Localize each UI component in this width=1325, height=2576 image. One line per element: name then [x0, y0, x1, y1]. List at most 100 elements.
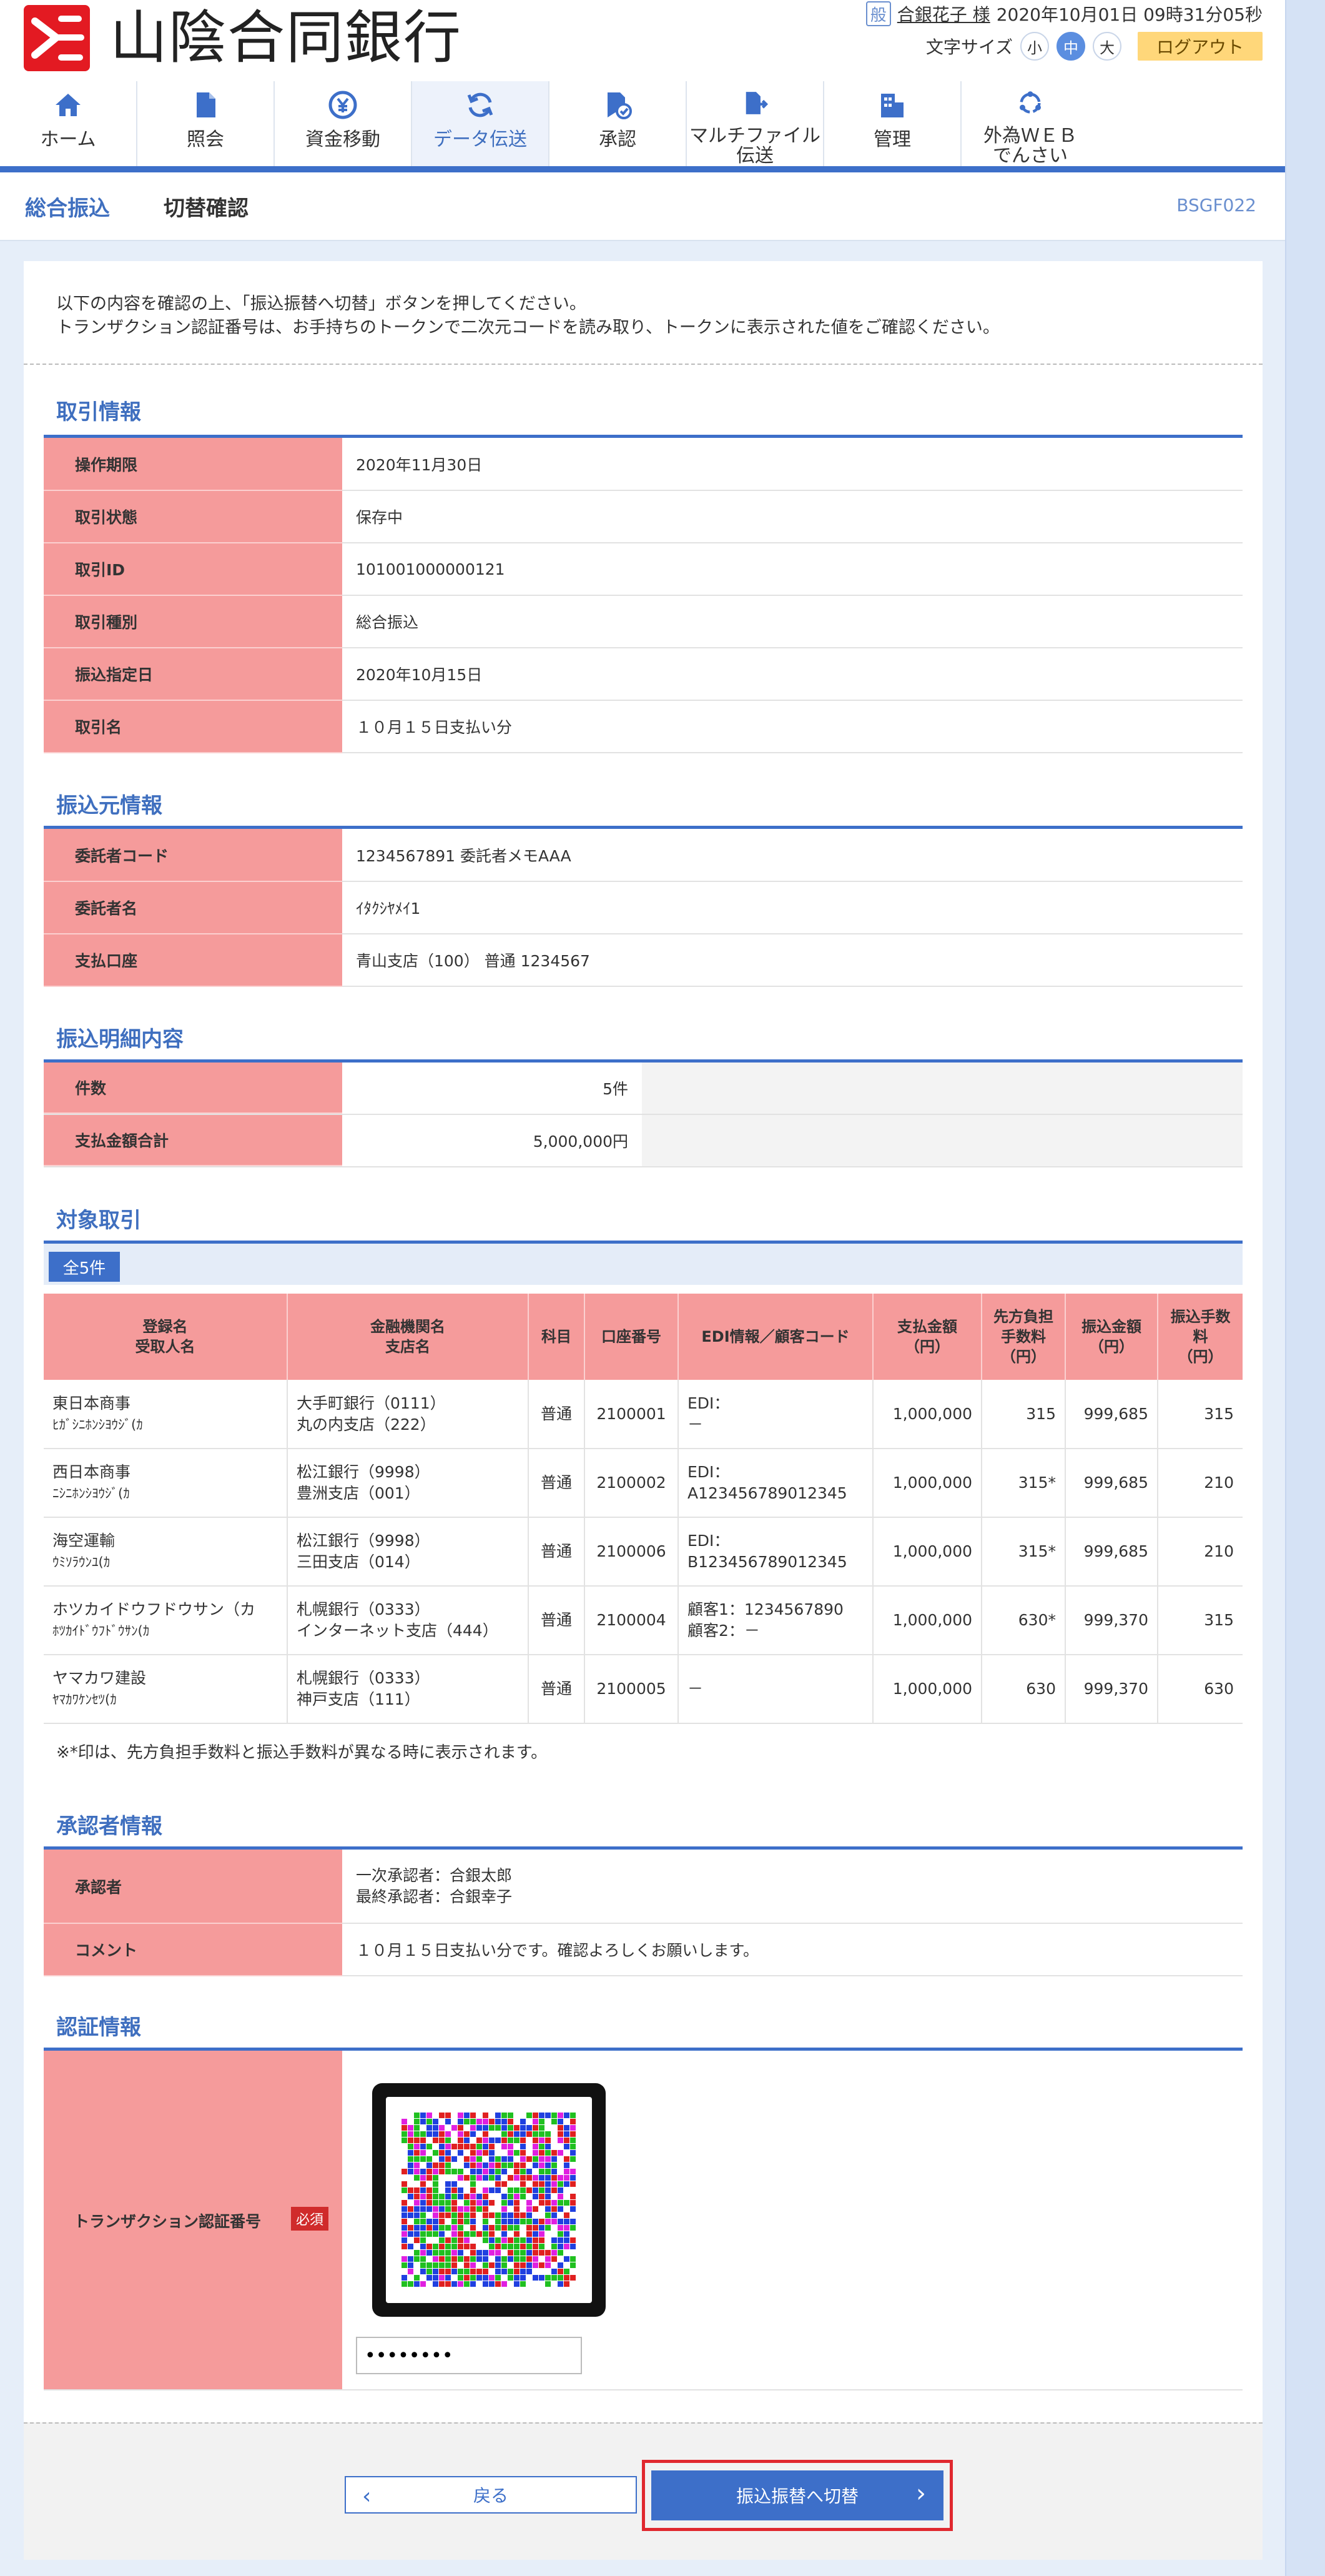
transaction-auth-number-input[interactable]: [356, 2337, 582, 2374]
back-button[interactable]: ‹ 戻る: [345, 2476, 637, 2514]
nav-approval[interactable]: 承認: [549, 81, 687, 166]
bank-name: 松江銀行（9998）: [297, 1463, 430, 1481]
table-cell: EDI： A123456789012345: [678, 1449, 874, 1518]
transfer-fee: 210: [1204, 1542, 1234, 1560]
breadcrumb-category: 総合振込: [25, 196, 110, 221]
account-type: 普通: [540, 1542, 572, 1560]
user-type-icon: 般: [865, 1, 891, 26]
nav-management[interactable]: 管理: [824, 81, 962, 166]
branch-name: インターネット支店（444）: [297, 1622, 498, 1640]
nav-forex-densai[interactable]: 外為ＷＥＢ でんさい: [962, 81, 1099, 166]
column-header: 登録名 受取人名: [44, 1294, 288, 1380]
table-cell: 顧客1：1234567890 顧客2：－: [678, 1586, 874, 1655]
content-card: 以下の内容を確認の上、「振込振替へ切替」ボタンを押してください。 トランザクショ…: [24, 261, 1263, 2560]
recipient-fee: 315: [1026, 1404, 1056, 1423]
detail-summary-table: 件数 5件 支払金額合計 5,000,000円: [44, 1063, 1243, 1167]
field-label: 操作期限: [44, 438, 342, 491]
final-approver: 最終承認者：合銀幸子: [356, 1887, 513, 1906]
column-header: EDI情報／顧客コード: [678, 1294, 874, 1380]
user-name-link[interactable]: 合銀花子 様: [897, 1, 990, 26]
nav-data-transmission[interactable]: データ伝送: [412, 81, 549, 166]
nav-multifile-transmission[interactable]: マルチファイル 伝送: [687, 81, 824, 166]
table-cell: 松江銀行（9998） 三田支店（014）: [287, 1517, 529, 1587]
branch-name: 丸の内支店（222）: [297, 1415, 436, 1434]
login-datetime: 2020年10月01日 09時31分05秒: [996, 4, 1263, 25]
column-header: 振込手数 料 （円）: [1158, 1294, 1243, 1380]
field-value: ｲﾀｸｼﾔﾒｲ1: [342, 881, 1243, 934]
document-icon: [197, 92, 215, 117]
table-row: ホツカイドウフドウサン（カ ﾎﾂｶｲﾄﾞｳﾌﾄﾞｳｻﾝ(ｶ 札幌銀行（0333） イン…: [44, 1586, 1243, 1655]
bank-name: 札幌銀行（0333）: [297, 1669, 430, 1687]
table-cell: ホツカイドウフドウサン（カ ﾎﾂｶｲﾄﾞｳﾌﾄﾞｳｻﾝ(ｶ: [44, 1586, 288, 1655]
field-value: 2020年11月30日: [342, 438, 1243, 491]
font-size-medium-button[interactable]: 中: [1057, 32, 1085, 61]
table-cell: 315: [1158, 1380, 1243, 1449]
approver-info-table: 承認者 一次承認者：合銀太郎 最終承認者：合銀幸子 コメント １０月１５日支払い…: [44, 1850, 1243, 1976]
transaction-info-table: 操作期限 2020年11月30日 取引状態 保存中 取引ID 101001000000…: [44, 438, 1243, 753]
nav-inquiry[interactable]: 照会: [137, 81, 275, 166]
edi-line1: 顧客1：1234567890: [687, 1600, 844, 1618]
edi-line2: －: [687, 1415, 704, 1434]
divider: [24, 364, 1263, 365]
edi-line2: B123456789012345: [687, 1553, 847, 1571]
column-header: 支払金額 （円）: [873, 1294, 982, 1380]
table-row: 東日本商事 ﾋｶﾞｼﾆﾎﾝｼﾖｳｼﾞ(ｶ 大手町銀行（0111） 丸の内支店（222）…: [44, 1380, 1243, 1449]
table-cell: 999,370: [1065, 1586, 1158, 1655]
switch-to-transfer-button[interactable]: 振込振替へ切替 ›: [651, 2470, 943, 2520]
font-size-large-button[interactable]: 大: [1093, 32, 1121, 61]
logout-button[interactable]: ログアウト: [1138, 32, 1263, 61]
account-number: 2100002: [596, 1474, 666, 1492]
table-cell: 315: [1158, 1586, 1243, 1655]
table-row: 件数 5件: [44, 1063, 1243, 1115]
approve-icon: [608, 92, 632, 119]
nav-fund-transfer[interactable]: 資金移動: [275, 81, 412, 166]
table-cell: 普通: [528, 1380, 585, 1449]
instructions: 以下の内容を確認の上、「振込振替へ切替」ボタンを押してください。 トランザクショ…: [56, 292, 1000, 340]
payee-kana: ｳﾐｿﾗｳﾝﾕ(ｶ: [52, 1555, 111, 1570]
nav-underline: [0, 166, 1285, 172]
exchange-icon: [1020, 91, 1041, 114]
account-number: 2100005: [596, 1680, 666, 1698]
field-label: コメント: [44, 1923, 342, 1976]
field-label: 振込指定日: [44, 648, 342, 701]
payee-kana: ﾔﾏｶﾜｹﾝｾﾂ(ｶ: [52, 1692, 117, 1707]
filler: [642, 1115, 1243, 1166]
table-cell: 1,000,000: [873, 1517, 982, 1587]
table-cell: 1,000,000: [873, 1655, 982, 1724]
filler: [642, 1063, 1243, 1114]
table-row: ヤマカワ建設 ﾔﾏｶﾜｹﾝｾﾂ(ｶ 札幌銀行（0333） 神戸支店（111） 普通 210…: [44, 1655, 1243, 1724]
home-icon: [56, 94, 81, 116]
account-number: 2100001: [596, 1404, 666, 1423]
table-cell: 普通: [528, 1517, 585, 1587]
payee-name: 西日本商事: [52, 1463, 131, 1481]
field-value: 総合振込: [342, 595, 1243, 648]
table-body: 東日本商事 ﾋｶﾞｼﾆﾎﾝｼﾖｳｼﾞ(ｶ 大手町銀行（0111） 丸の内支店（222）…: [44, 1380, 1243, 1724]
table-row: 取引種別 総合振込: [44, 595, 1243, 648]
target-transactions-table: 登録名 受取人名 金融機関名 支店名 科目 口座番号 EDI情報／顧客コード 支…: [44, 1294, 1243, 1724]
edi-line2: A123456789012345: [687, 1484, 847, 1502]
color-qr-code-icon: [401, 2113, 576, 2287]
section-title-targets: 対象取引: [56, 1208, 141, 1233]
approver-values: 一次承認者：合銀太郎 最終承認者：合銀幸子: [342, 1850, 1243, 1924]
field-label: 取引名: [44, 700, 342, 753]
page-title: 切替確認: [164, 196, 249, 221]
table-cell: 630: [1158, 1655, 1243, 1724]
field-value: 101001000000121: [342, 543, 1243, 596]
column-header: 科目: [528, 1294, 585, 1380]
payee-kana: ﾆｼﾆﾎﾝｼﾖｳｼﾞ(ｶ: [52, 1486, 130, 1501]
nav-home[interactable]: ホーム: [0, 81, 137, 166]
section-title-approver: 承認者情報: [56, 1814, 162, 1839]
edi-line2: 顧客2：－: [687, 1622, 760, 1640]
table-cell: 札幌銀行（0333） 神戸支店（111）: [287, 1655, 529, 1724]
section-title-auth: 認証情報: [56, 2015, 141, 2040]
table-cell: 札幌銀行（0333） インターネット支店（444）: [287, 1586, 529, 1655]
table-cell: 松江銀行（9998） 豊洲支店（001）: [287, 1449, 529, 1518]
table-row: 承認者 一次承認者：合銀太郎 最終承認者：合銀幸子: [44, 1850, 1243, 1924]
table-row: 取引名 １０月１５日支払い分: [44, 700, 1243, 753]
chevron-left-icon: ‹: [362, 2484, 372, 2509]
font-size-small-button[interactable]: 小: [1020, 32, 1049, 61]
auth-label-cell: トランザクション認証番号 必須: [44, 2051, 342, 2389]
table-header-row: 登録名 受取人名 金融機関名 支店名 科目 口座番号 EDI情報／顧客コード 支…: [44, 1294, 1243, 1380]
nav-label: 承認: [599, 129, 636, 151]
scrollbar[interactable]: [1285, 0, 1325, 2576]
